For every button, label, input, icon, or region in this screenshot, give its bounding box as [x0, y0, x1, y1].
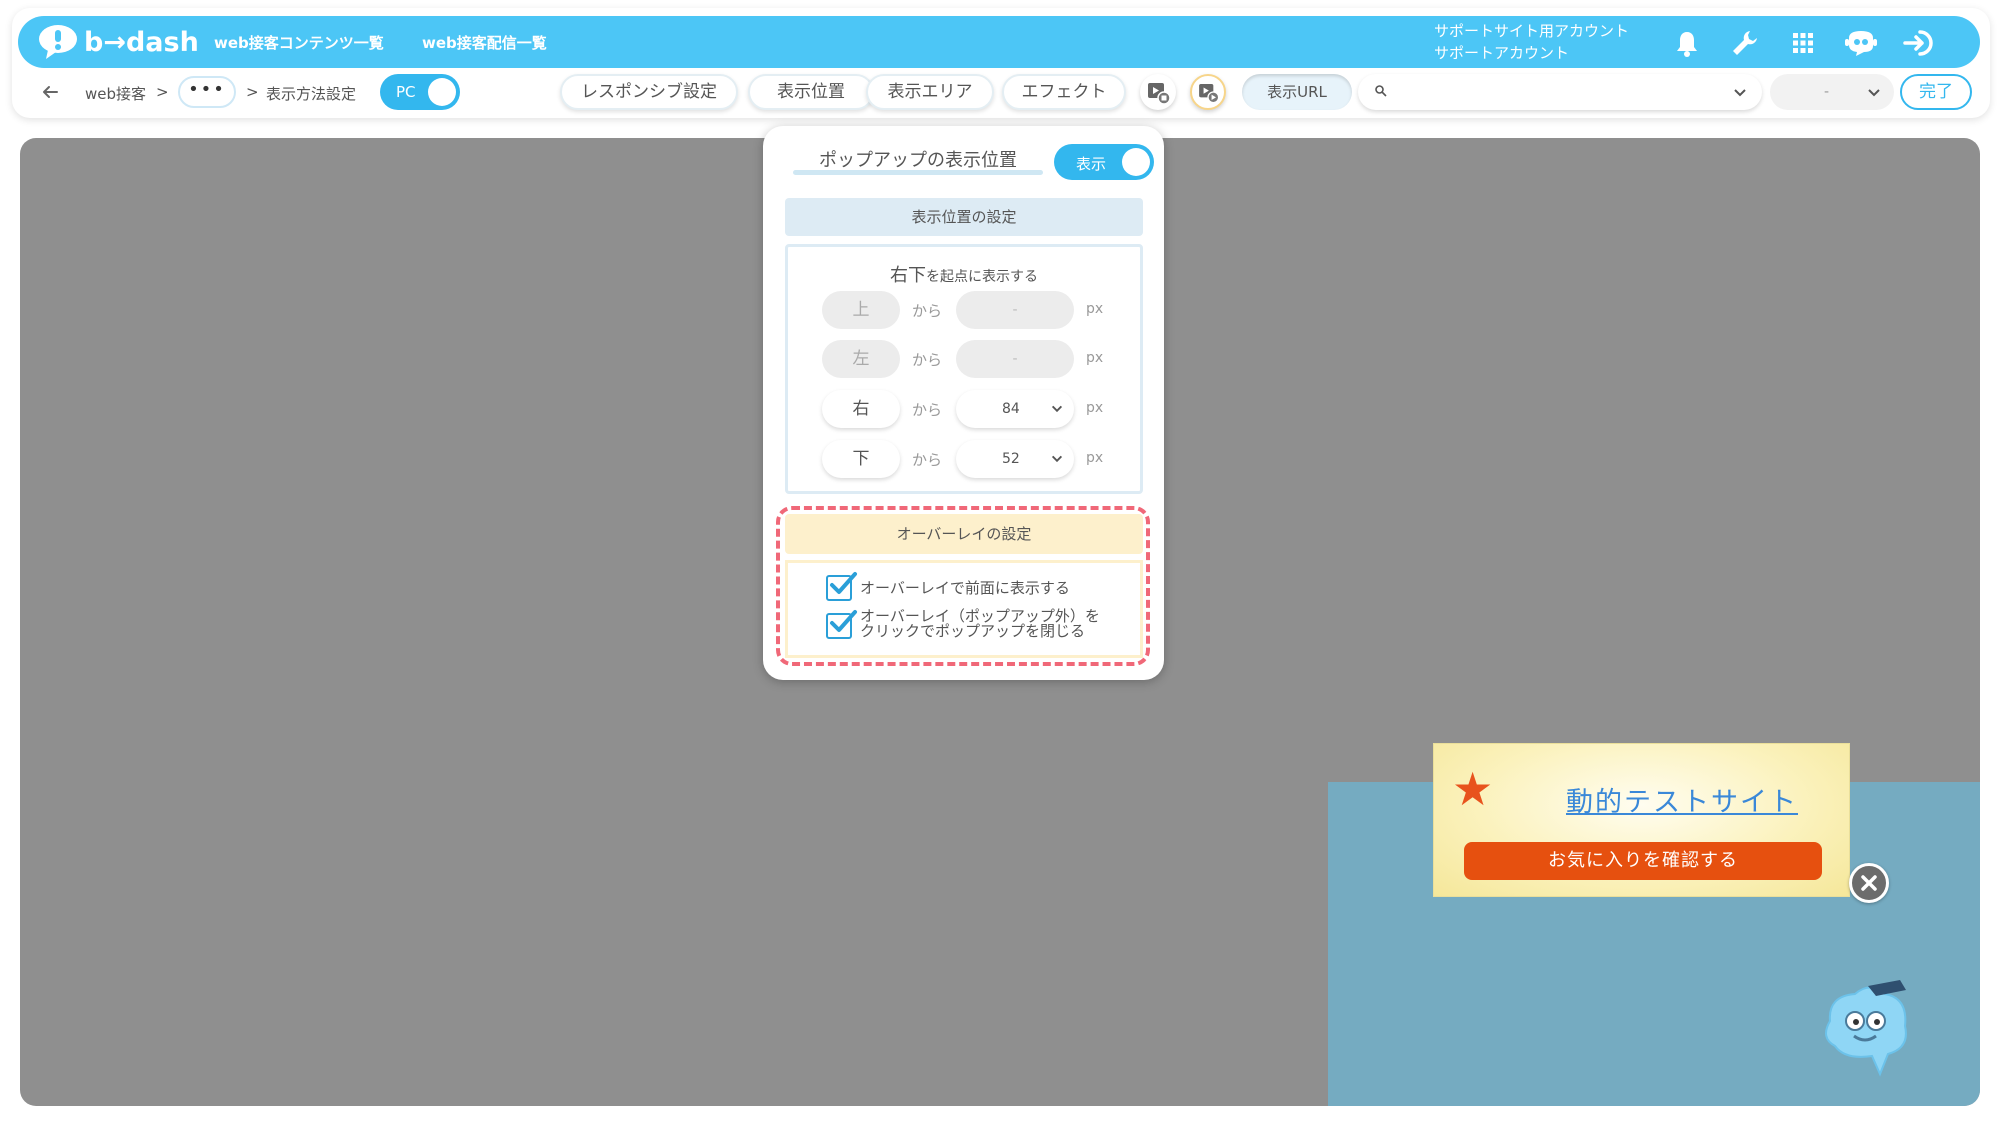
chevron-down-icon	[1051, 405, 1063, 413]
device-toggle-label: PC	[396, 83, 416, 101]
tab-responsive-settings[interactable]: レスポンシブ設定	[560, 74, 738, 110]
position-settings-box: 右下を起点に表示する 上 から - px 左 から - px 右 から 84 p…	[785, 244, 1143, 494]
top-offset-field: -	[956, 291, 1074, 329]
bottom-offset-select[interactable]: 52	[956, 440, 1074, 478]
close-icon	[1861, 875, 1877, 891]
popup-cta-button[interactable]: お気に入りを確認する	[1464, 842, 1822, 880]
position-row-right: 右 から 84 px	[822, 390, 1122, 430]
bottom-offset-value: 52	[1002, 451, 1020, 467]
tab-effect[interactable]: エフェクト	[1002, 74, 1126, 110]
preview-play-button[interactable]	[1190, 74, 1226, 110]
from-label: から	[912, 351, 943, 369]
logo-bubble-icon	[39, 25, 77, 59]
account-sub: サポートアカウント	[1434, 44, 1570, 62]
display-url-select[interactable]	[1358, 74, 1762, 110]
from-label: から	[912, 302, 943, 320]
preview-play-icon	[1199, 84, 1220, 104]
overlay-settings-box: オーバーレイで前面に表示する オーバーレイ（ポップアップ外）を クリックでポップ…	[785, 560, 1143, 658]
chevron-down-icon	[1734, 89, 1746, 97]
checkmark-icon	[830, 610, 857, 632]
overlay-close-label-line2: クリックでポップアップを閉じる	[860, 622, 1086, 640]
popup-title-link[interactable]: 動的テストサイト	[1566, 780, 1798, 819]
account-info[interactable]: サポートサイト用アカウント サポートアカウント	[1434, 20, 1629, 64]
overlay-section-header: オーバーレイの設定	[785, 514, 1143, 554]
origin-caption-text: を起点に表示する	[926, 269, 1038, 285]
logout-icon[interactable]	[1902, 28, 1936, 58]
nav-delivery-list[interactable]: web接客配信一覧	[422, 32, 547, 53]
popup-close-button[interactable]	[1849, 863, 1889, 903]
bdash-logo[interactable]: b→dash	[38, 22, 199, 62]
breadcrumb-more-button[interactable]: •••	[178, 76, 236, 108]
right-offset-select[interactable]: 84	[956, 390, 1074, 428]
show-toggle[interactable]: 表示	[1054, 144, 1154, 180]
device-toggle[interactable]: PC	[380, 74, 460, 110]
origin-caption: 右下を起点に表示する	[788, 261, 1140, 287]
logo-text: b→dash	[84, 26, 199, 58]
popup-position-panel: ポップアップの表示位置 表示 表示位置の設定 右下を起点に表示する 上 から -…	[763, 126, 1164, 680]
unit-label: px	[1086, 301, 1104, 317]
panel-title: ポップアップの表示位置	[819, 150, 1017, 171]
back-arrow-icon[interactable]	[40, 82, 60, 102]
toggle-knob	[428, 78, 456, 106]
display-url-label: 表示URL	[1242, 74, 1352, 110]
position-row-bottom: 下 から 52 px	[822, 440, 1122, 480]
search-icon	[1375, 85, 1387, 97]
popup-preview[interactable]: ★ 動的テストサイト お気に入りを確認する	[1433, 743, 1850, 897]
unit-label: px	[1086, 350, 1104, 366]
breadcrumb-separator: >	[156, 83, 169, 101]
position-section-header: 表示位置の設定	[785, 198, 1143, 236]
direction-left-button[interactable]: 左	[822, 340, 900, 378]
secondary-select[interactable]: -	[1770, 74, 1894, 110]
tab-display-area[interactable]: 表示エリア	[866, 74, 994, 110]
from-label: から	[912, 401, 943, 419]
star-icon: ★	[1452, 762, 1494, 816]
show-toggle-label: 表示	[1076, 155, 1107, 173]
content-toolbar: web接客 > ••• > 表示方法設定 PC レスポンシブ設定 表示位置 表示…	[18, 72, 1980, 112]
chevron-down-icon	[1051, 455, 1063, 463]
right-offset-value: 84	[1002, 401, 1020, 417]
from-label: から	[912, 451, 943, 469]
wrench-icon[interactable]	[1730, 28, 1760, 58]
nav-content-list[interactable]: web接客コンテンツ一覧	[214, 32, 384, 53]
unit-label: px	[1086, 400, 1104, 416]
direction-top-button[interactable]: 上	[822, 291, 900, 329]
tab-display-position[interactable]: 表示位置	[748, 74, 874, 110]
breadcrumb-current-page: 表示方法設定	[266, 85, 357, 103]
breadcrumb-web-service[interactable]: web接客	[85, 83, 146, 104]
unit-label: px	[1086, 450, 1104, 466]
done-button[interactable]: 完了	[1900, 74, 1972, 110]
bell-icon[interactable]	[1672, 28, 1702, 58]
secondary-select-value: -	[1824, 84, 1830, 100]
overlay-front-label: オーバーレイで前面に表示する	[860, 579, 1070, 597]
position-row-top: 上 から - px	[822, 291, 1122, 331]
breadcrumb-separator: >	[246, 83, 259, 101]
toggle-knob	[1122, 148, 1150, 176]
direction-bottom-button[interactable]: 下	[822, 440, 900, 478]
overlay-front-checkbox[interactable]	[826, 572, 857, 601]
mascot-character-icon	[1825, 980, 1907, 1077]
apps-grid-icon[interactable]	[1788, 28, 1818, 58]
preview-stop-icon	[1148, 83, 1171, 105]
top-navigation-bar: b→dash web接客コンテンツ一覧 web接客配信一覧 サポートサイト用アカ…	[18, 16, 1980, 68]
overlay-close-checkbox[interactable]	[826, 610, 857, 639]
direction-right-button[interactable]: 右	[822, 390, 900, 428]
origin-corner[interactable]: 右下	[890, 265, 926, 286]
position-row-left: 左 から - px	[822, 340, 1122, 380]
checkmark-icon	[830, 572, 857, 594]
account-name: サポートサイト用アカウント	[1434, 22, 1630, 40]
preview-stop-button[interactable]	[1140, 74, 1176, 110]
left-offset-field: -	[956, 340, 1074, 378]
chat-bot-icon[interactable]	[1844, 28, 1878, 58]
chevron-down-icon	[1868, 89, 1880, 97]
